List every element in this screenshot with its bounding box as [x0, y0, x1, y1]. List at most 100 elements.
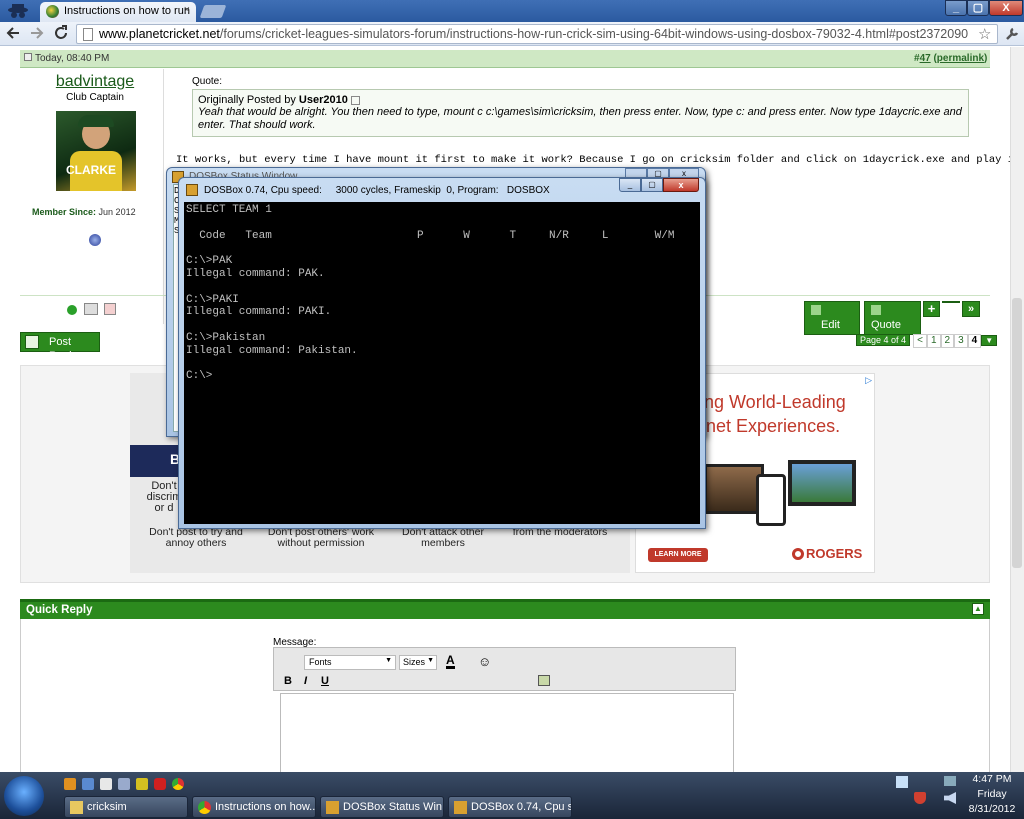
dosbox-close-button[interactable]: x	[663, 178, 699, 192]
clock[interactable]: 4:47 PM Friday 8/31/2012	[962, 772, 1022, 817]
page-4: 4	[967, 334, 982, 348]
volume-icon[interactable]	[944, 792, 956, 804]
edit-icon	[811, 305, 821, 315]
rule-3: Don't attack other members	[402, 526, 484, 549]
favicon-icon	[46, 5, 59, 18]
rules-partial-text: Don't discrim or d	[146, 480, 182, 514]
taskbar-item-browser[interactable]: Instructions on how...	[192, 796, 316, 818]
security-shield-icon[interactable]	[914, 792, 926, 804]
dosbox-maximize-button[interactable]: ▢	[641, 178, 663, 192]
dosbox-task-icon	[454, 801, 467, 814]
page-of-label: Page 4 of 4	[856, 334, 911, 346]
page-icon	[83, 28, 93, 41]
page-3[interactable]: 3	[954, 334, 968, 348]
ad-headline-2: net Experiences.	[706, 416, 841, 436]
network-icon[interactable]	[896, 776, 908, 788]
size-select[interactable]: Sizes ▼	[399, 655, 437, 670]
dosbox-title: DOSBox 0.74, Cpu speed: 3000 cycles, Fra…	[204, 185, 550, 196]
tab-close-icon[interactable]: ×	[184, 4, 190, 16]
clock-day: Friday	[977, 788, 1007, 800]
user-title: Club Captain	[66, 92, 124, 103]
scrollbar-thumb[interactable]	[1012, 298, 1022, 568]
incognito-icon	[6, 2, 30, 20]
multiquote-button[interactable]: +	[923, 301, 940, 317]
post-reply-button[interactable]: Post Reply	[20, 332, 100, 362]
wrench-icon[interactable]	[1004, 26, 1020, 42]
dosbox-window[interactable]: DOSBox 0.74, Cpu speed: 3000 cycles, Fra…	[178, 177, 706, 529]
folder-icon	[70, 801, 83, 814]
url-path: /forums/cricket-leagues-simulators-forum…	[219, 27, 969, 41]
quote-author[interactable]: User2010	[299, 94, 348, 106]
show-desktop-icon[interactable]	[82, 778, 94, 790]
taskbar-item-cricksim[interactable]: cricksim	[64, 796, 188, 818]
chrome-task-icon	[198, 801, 211, 814]
explorer-icon[interactable]	[100, 778, 112, 790]
back-arrow-icon[interactable]	[5, 25, 21, 41]
insert-image-icon[interactable]	[538, 675, 550, 686]
message-textarea[interactable]	[280, 693, 734, 772]
collapse-icon[interactable]: ▲	[972, 603, 984, 615]
display-icon[interactable]	[944, 776, 956, 786]
dosbox-status-task-icon	[326, 801, 339, 814]
address-bar[interactable]: www.planetcricket.net/forums/cricket-lea…	[76, 24, 998, 44]
post-header-bar	[20, 50, 990, 68]
new-tab-button[interactable]	[199, 5, 227, 18]
quote-box: Originally Posted by User2010 Yeah that …	[192, 89, 969, 137]
rules-header: B	[130, 445, 180, 477]
member-since: Member Since: Jun 2012	[32, 207, 136, 217]
page-menu-icon[interactable]: ▼	[981, 335, 998, 346]
ad-devices-image	[704, 454, 856, 534]
chrome-icon[interactable]	[172, 778, 184, 790]
rogers-logo: ROGERS	[792, 546, 862, 561]
edit-button[interactable]: Edit	[804, 301, 860, 335]
page-1[interactable]: 1	[926, 334, 941, 348]
rogers-logo-icon	[792, 548, 804, 560]
reply-icon-button[interactable]	[942, 301, 960, 303]
minimize-button[interactable]: _	[945, 0, 967, 16]
view-post-icon[interactable]	[350, 95, 360, 105]
smilies-icon[interactable]: ☺	[478, 654, 491, 669]
dosbox-icon	[186, 184, 198, 196]
page-prev[interactable]: <	[913, 334, 927, 348]
url-host: www.planetcricket.net	[99, 27, 220, 41]
quote-text: Yeah that would be alright. You then nee…	[198, 106, 962, 131]
report-icon[interactable]	[84, 303, 98, 315]
username-link[interactable]: badvintage	[20, 73, 170, 91]
flag-icon[interactable]	[104, 303, 116, 315]
quick-launch-bar	[64, 776, 190, 792]
switch-windows-icon[interactable]	[118, 778, 130, 790]
forward-arrow-icon[interactable]	[29, 25, 45, 41]
underline-button[interactable]: U	[321, 675, 329, 687]
permalink[interactable]: permalink	[937, 53, 984, 64]
bold-button[interactable]: B	[284, 675, 292, 687]
taskbar-item-dosbox-status[interactable]: DOSBox Status Win...	[320, 796, 444, 818]
post-number-link[interactable]: #47 (permalink)	[914, 53, 987, 64]
taskbar-item-dosbox[interactable]: DOSBox 0.74, Cpu s...	[448, 796, 572, 818]
text-color-icon[interactable]: A	[446, 654, 455, 669]
ad-choices-icon[interactable]: ▷	[865, 375, 872, 386]
maximize-button[interactable]: ▢	[967, 0, 989, 16]
clock-time: 4:47 PM	[972, 773, 1012, 785]
italic-button[interactable]: I	[304, 675, 307, 687]
rank-badge-icon	[89, 234, 101, 246]
ad-headline-1: ng World-Leading	[704, 392, 846, 412]
reload-icon[interactable]	[53, 25, 69, 41]
rule-1: Don't post to try and annoy others	[149, 526, 243, 549]
youtube-icon[interactable]	[154, 778, 166, 790]
font-select[interactable]: Fonts ▼	[304, 655, 396, 670]
app-icon[interactable]	[136, 778, 148, 790]
bookmark-star-icon[interactable]: ☆	[978, 25, 991, 43]
quote-button[interactable]: Quote	[864, 301, 921, 335]
learn-more-button[interactable]: LEARN MORE	[648, 548, 708, 562]
start-button[interactable]	[4, 776, 44, 816]
dosbox-console[interactable]: SELECT TEAM 1 Code Team P W T N/R L W/M …	[184, 202, 700, 524]
more-button[interactable]: »	[962, 301, 980, 317]
page-2[interactable]: 2	[940, 334, 955, 348]
user-avatar[interactable]: CLARKE	[56, 111, 136, 191]
avatar-name-text: CLARKE	[66, 163, 116, 177]
user-panel	[20, 69, 164, 324]
dosbox-minimize-button[interactable]: _	[619, 178, 641, 192]
media-player-icon[interactable]	[64, 778, 76, 790]
close-button[interactable]: X	[989, 0, 1023, 16]
browser-tab[interactable]: Instructions on how to run ×	[40, 2, 196, 22]
